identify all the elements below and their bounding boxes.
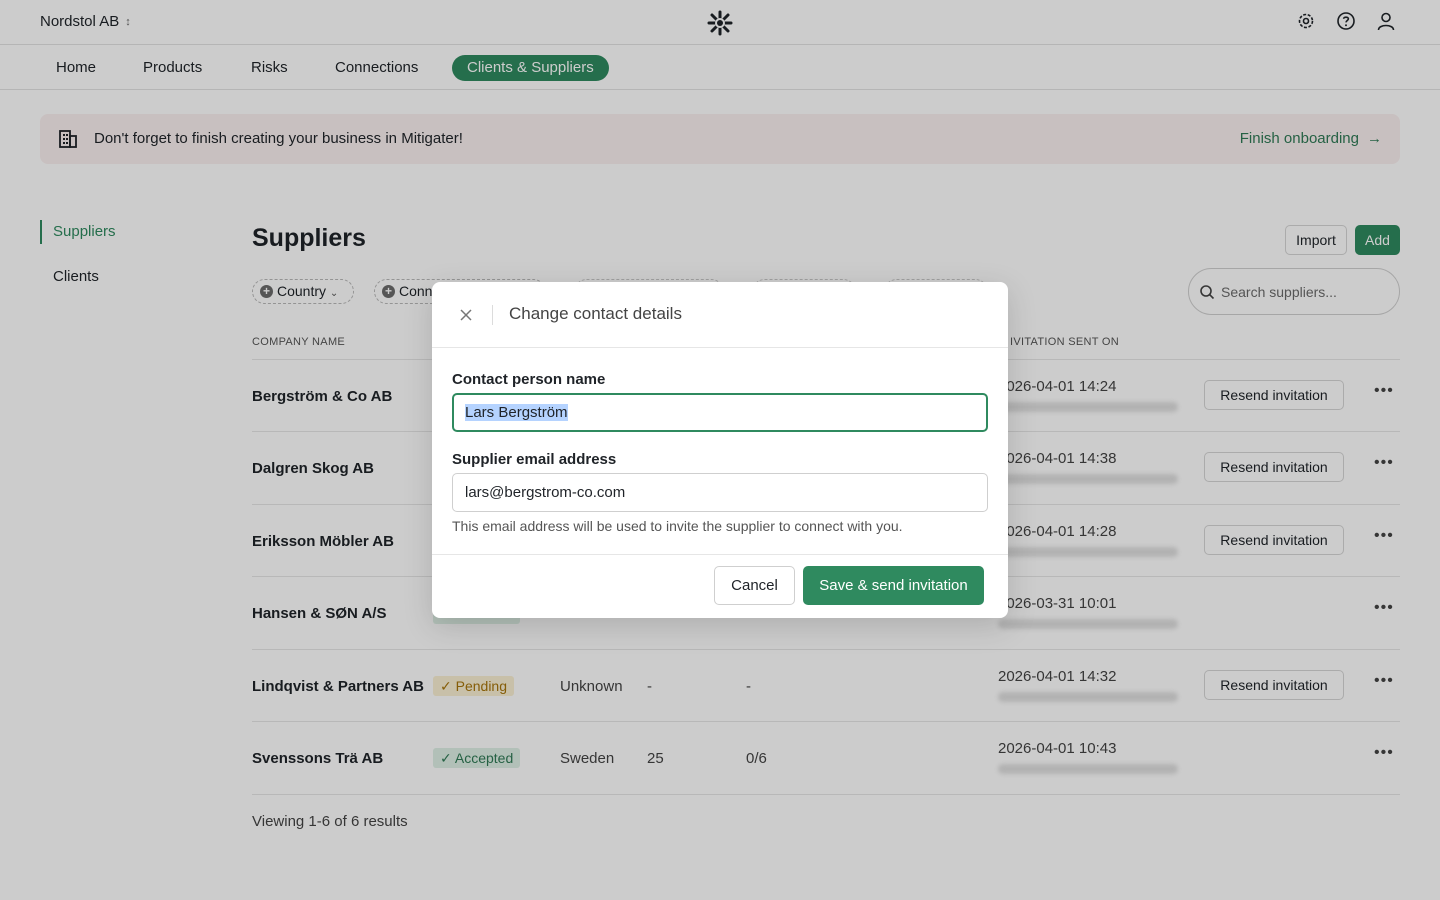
modal-title: Change contact details — [509, 304, 682, 323]
close-icon[interactable] — [456, 305, 476, 325]
contact-name-value: Lars Bergström — [465, 404, 568, 421]
divider — [492, 305, 493, 325]
save-send-invitation-button[interactable]: Save & send invitation — [803, 566, 984, 605]
contact-name-field[interactable]: Lars Bergström — [452, 393, 988, 432]
contact-name-label: Contact person name — [452, 371, 606, 388]
cancel-button[interactable]: Cancel — [714, 566, 795, 605]
email-value: lars@bergstrom-co.com — [465, 484, 626, 501]
email-field[interactable]: lars@bergstrom-co.com — [452, 473, 988, 512]
email-help-text: This email address will be used to invit… — [452, 518, 903, 534]
modal-header: Change contact details — [432, 282, 1008, 348]
email-label: Supplier email address — [452, 451, 617, 468]
change-contact-modal: Change contact details Contact person na… — [432, 282, 1008, 618]
divider — [432, 554, 1008, 555]
